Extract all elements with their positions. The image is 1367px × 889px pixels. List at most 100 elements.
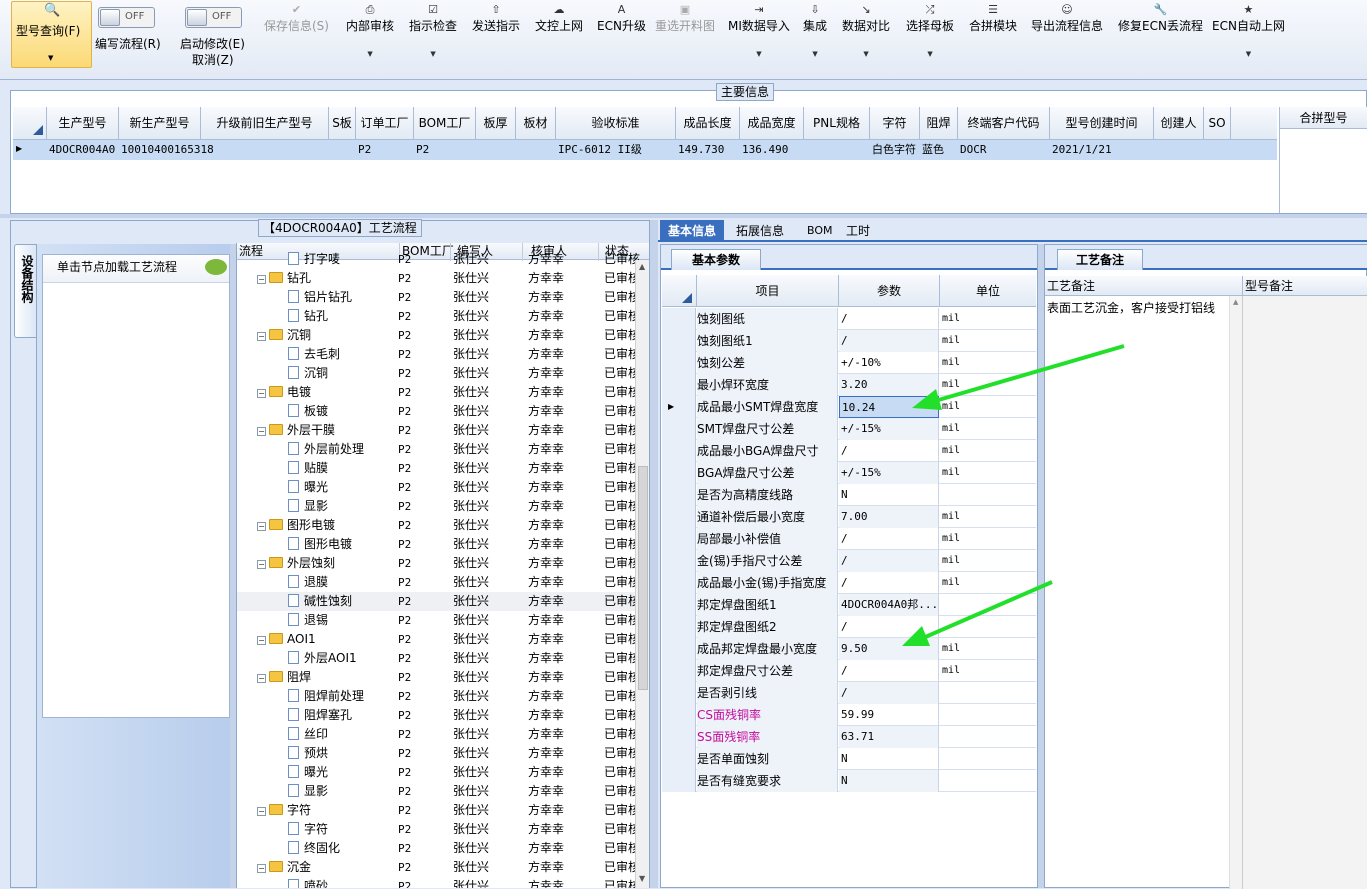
param-row[interactable]: ▶ 成品最小SMT焊盘宽度 10.24 mil [662, 396, 1036, 418]
column-header[interactable]: 字符 [870, 107, 920, 139]
tree-node[interactable]: 显影 P2 张仕兴 方幸幸 已审核 [237, 782, 640, 801]
param-row[interactable]: 成品最小金(锡)手指宽度 / mil [662, 572, 1036, 594]
tree-node[interactable]: − 沉铜 P2 张仕兴 方幸幸 已审核 [237, 326, 640, 345]
column-header[interactable]: 终端客户代码 [958, 107, 1050, 139]
column-header[interactable]: 验收标准 [556, 107, 676, 139]
cell[interactable] [476, 140, 516, 160]
cell[interactable]: DOCR [958, 140, 1050, 160]
tree-node[interactable]: − 沉金 P2 张仕兴 方幸幸 已审核 [237, 858, 640, 877]
cell[interactable]: 4DOCR004A0 [47, 140, 119, 160]
tree-node[interactable]: − 电镀 P2 张仕兴 方幸幸 已审核 [237, 383, 640, 402]
param-row[interactable]: 金(锡)手指尺寸公差 / mil [662, 550, 1036, 572]
cell[interactable] [1154, 140, 1204, 160]
flow-node-panel[interactable]: 单击节点加载工艺流程 [42, 254, 230, 718]
column-header[interactable]: SO [1204, 107, 1231, 139]
column-header[interactable]: 板厚 [476, 107, 516, 139]
instruction-check-button[interactable]: ☑ 指示检查 ▼ [409, 3, 457, 58]
param-row[interactable]: 邦定焊盘图纸1 4DOCR004A0邦... [662, 594, 1036, 616]
cell[interactable] [516, 140, 556, 160]
save-info-button[interactable]: ✔ 保存信息(S) [264, 3, 329, 34]
param-row[interactable]: 成品最小BGA焊盘尺寸 / mil [662, 440, 1036, 462]
param-row[interactable]: 是否剥引线 / [662, 682, 1036, 704]
internal-audit-button[interactable]: ⎙ 内部审核 ▼ [346, 3, 394, 58]
cell[interactable]: 2021/1/21 [1050, 140, 1154, 160]
param-row[interactable]: 是否为高精度线路 N [662, 484, 1036, 506]
tree-node[interactable]: 去毛刺 P2 张仕兴 方幸幸 已审核 [237, 345, 640, 364]
tab-extended-info[interactable]: 拓展信息 [736, 220, 784, 242]
cell[interactable]: 10010400165318 [119, 140, 214, 160]
tree-node[interactable]: − 字符 P2 张仕兴 方幸幸 已审核 [237, 801, 640, 820]
column-header[interactable]: 创建人 [1154, 107, 1204, 139]
column-header[interactable]: 生产型号 [47, 107, 119, 139]
param-row[interactable]: SMT焊盘尺寸公差 +/-15% mil [662, 418, 1036, 440]
integrate-button[interactable]: ⇩ 集成 ▼ [803, 3, 827, 58]
tab-basic-params[interactable]: 基本参数 [671, 249, 761, 270]
tree-node[interactable]: 退膜 P2 张仕兴 方幸幸 已审核 [237, 573, 640, 592]
equipment-structure-tab[interactable]: 设备结构 [14, 244, 36, 338]
cell[interactable] [201, 140, 329, 160]
param-row[interactable]: BGA焊盘尺寸公差 +/-15% mil [662, 462, 1036, 484]
tab-basic-info[interactable]: 基本信息 [660, 220, 724, 242]
param-row[interactable]: 邦定焊盘尺寸公差 / mil [662, 660, 1036, 682]
column-header[interactable]: 订单工厂 [356, 107, 414, 139]
query-button[interactable]: 🔍 型号查询(F) ▼ [11, 1, 92, 68]
tree-node[interactable]: − AOI1 P2 张仕兴 方幸幸 已审核 [237, 630, 640, 649]
column-header[interactable]: 阻焊 [920, 107, 958, 139]
main-info-row[interactable]: ▶ 4DOCR004A0 10010400165318 P2 P2 IPC-6012 I… [13, 140, 1277, 160]
model-remark-area[interactable] [1243, 296, 1367, 889]
tree-node[interactable]: 丝印 P2 张仕兴 方幸幸 已审核 [237, 725, 640, 744]
tree-node[interactable]: 碱性蚀刻 P2 张仕兴 方幸幸 已审核 [237, 592, 640, 611]
tab-work-hours[interactable]: 工时 [846, 220, 870, 242]
param-row[interactable]: SS面残铜率 63.71 [662, 726, 1036, 748]
tree-node[interactable]: 阻焊塞孔 P2 张仕兴 方幸幸 已审核 [237, 706, 640, 725]
remark-scrollbar[interactable]: ▲ [1229, 296, 1243, 889]
tree-node[interactable]: 曝光 P2 张仕兴 方幸幸 已审核 [237, 478, 640, 497]
tree-node[interactable]: 贴膜 P2 张仕兴 方幸幸 已审核 [237, 459, 640, 478]
column-header[interactable]: 型号创建时间 [1050, 107, 1154, 139]
param-row[interactable]: 是否单面蚀刻 N [662, 748, 1036, 770]
export-flow-button[interactable]: ☺ 导出流程信息 [1031, 3, 1103, 34]
column-header[interactable]: 新生产型号 [119, 107, 201, 139]
process-remark-text[interactable]: 表面工艺沉金，客户接受打铝线 [1047, 299, 1229, 316]
ecn-auto-publish-button[interactable]: ★ ECN自动上网 ▼ [1212, 3, 1285, 58]
merge-module-button[interactable]: ☰ 合拼模块 [969, 3, 1017, 34]
tree-node[interactable]: 预烘 P2 张仕兴 方幸幸 已审核 [237, 744, 640, 763]
column-header[interactable]: 成品宽度 [740, 107, 804, 139]
cell[interactable] [329, 140, 356, 160]
data-compare-button[interactable]: ↘ 数据对比 ▼ [842, 3, 890, 58]
column-header[interactable]: PNL规格 [804, 107, 870, 139]
start-modify-toggle[interactable]: OFF [185, 7, 242, 28]
splitter-handle[interactable] [650, 220, 658, 888]
cell[interactable]: IPC-6012 II级 [556, 140, 676, 160]
fix-ecn-button[interactable]: 🔧 修复ECN丢流程 [1118, 3, 1203, 34]
param-row[interactable]: 蚀刻图纸1/mil [662, 330, 1036, 352]
tree-scrollbar[interactable]: ▲ ▼ [635, 260, 649, 888]
mi-import-button[interactable]: ⇥ MI数据导入 ▼ [728, 3, 790, 58]
column-header[interactable]: 成品长度 [676, 107, 740, 139]
param-row[interactable]: CS面残铜率 59.99 [662, 704, 1036, 726]
param-row[interactable]: 通道补偿后最小宽度 7.00 mil [662, 506, 1036, 528]
reselect-cutting-button[interactable]: ▣ 重选开料图 [655, 3, 715, 34]
tree-node[interactable]: 阻焊前处理 P2 张仕兴 方幸幸 已审核 [237, 687, 640, 706]
tree-node[interactable]: 外层前处理 P2 张仕兴 方幸幸 已审核 [237, 440, 640, 459]
tree-node[interactable]: 板镀 P2 张仕兴 方幸幸 已审核 [237, 402, 640, 421]
tree-node[interactable]: 打字唛 P2 张仕兴 方幸幸 已审核 [237, 250, 640, 269]
param-row[interactable]: 邦定焊盘图纸2/ [662, 616, 1036, 638]
cell[interactable]: 白色字符 [870, 140, 920, 160]
column-header[interactable]: 升级前旧生产型号 [201, 107, 329, 139]
column-header[interactable]: S板 [329, 107, 356, 139]
tree-node[interactable]: − 图形电镀 P2 张仕兴 方幸幸 已审核 [237, 516, 640, 535]
param-row[interactable]: 成品邦定焊盘最小宽度 9.50 mil [662, 638, 1036, 660]
tree-node[interactable]: 外层AOI1 P2 张仕兴 方幸幸 已审核 [237, 649, 640, 668]
publish-online-button[interactable]: ☁ 文控上网 [535, 3, 583, 34]
tree-node[interactable]: − 钻孔 P2 张仕兴 方幸幸 已审核 [237, 269, 640, 288]
tree-node[interactable]: 终固化 P2 张仕兴 方幸幸 已审核 [237, 839, 640, 858]
cell[interactable]: 蓝色 [920, 140, 958, 160]
param-row[interactable]: 最小焊环宽度 3.20 mil [662, 374, 1036, 396]
tree-node[interactable]: 沉铜 P2 张仕兴 方幸幸 已审核 [237, 364, 640, 383]
cell[interactable]: 136.490 [740, 140, 804, 160]
tree-node[interactable]: 曝光 P2 张仕兴 方幸幸 已审核 [237, 763, 640, 782]
cell[interactable]: P2 [414, 140, 476, 160]
tree-node[interactable]: 显影 P2 张仕兴 方幸幸 已审核 [237, 497, 640, 516]
tree-node[interactable]: 字符 P2 张仕兴 方幸幸 已审核 [237, 820, 640, 839]
